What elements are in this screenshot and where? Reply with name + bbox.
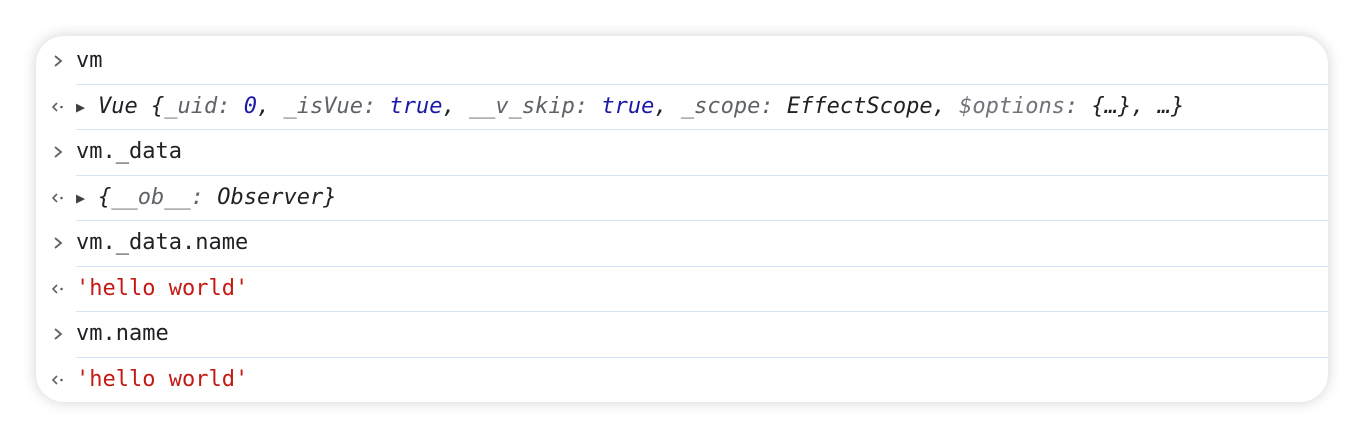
input-prompt-icon: [48, 39, 68, 83]
object-value: 0: [243, 93, 257, 119]
string-output: 'hello world': [76, 275, 249, 301]
console-input-text: vm: [76, 48, 103, 73]
input-prompt-icon: [48, 130, 68, 174]
expand-triangle-icon[interactable]: ▶: [76, 176, 98, 220]
console-input-row: vm.name: [54, 312, 1328, 358]
output-return-icon: [48, 85, 68, 129]
console-input-row: vm._data.name: [54, 221, 1328, 267]
object-key: _scope: [680, 93, 761, 119]
object-key: _isVue: [283, 93, 363, 119]
console-input-row: vm._data: [54, 130, 1328, 176]
console-output-row[interactable]: ▶ {__ob__: Observer}: [51, 176, 1328, 221]
console-input-text: vm._data: [76, 139, 182, 164]
object-value: true: [389, 93, 443, 119]
console-log: vm ▶ Vue {_uid: 0, _isVue: true, __v_skip…: [36, 39, 1328, 402]
console-input-text: vm._data.name: [76, 230, 249, 255]
object-value: EffectScope: [786, 93, 933, 119]
object-suffix: }: [323, 184, 337, 210]
output-return-icon: [48, 267, 68, 311]
object-value: true: [601, 93, 655, 119]
object-key: __v_skip: [468, 93, 575, 119]
output-return-icon: [48, 358, 68, 402]
devtools-console-panel: vm ▶ Vue {_uid: 0, _isVue: true, __v_skip…: [36, 36, 1328, 402]
object-key: __ob__: [111, 184, 191, 210]
expand-triangle-icon[interactable]: ▶: [76, 85, 98, 129]
object-suffix: …}: [1157, 93, 1185, 119]
object-value: Observer: [217, 184, 324, 210]
input-prompt-icon: [48, 221, 68, 265]
console-output-row[interactable]: ▶ Vue {_uid: 0, _isVue: true, __v_skip: t…: [51, 85, 1328, 130]
console-input-row: vm: [54, 39, 1328, 85]
object-key: $options: [959, 93, 1066, 119]
object-value: {…}: [1091, 93, 1132, 119]
object-prefix: Vue {: [98, 93, 165, 119]
input-prompt-icon: [48, 312, 68, 356]
output-return-icon: [48, 176, 68, 220]
console-output-row: 'hello world': [51, 267, 1328, 312]
object-key: _uid: [164, 93, 218, 119]
console-input-text: vm.name: [76, 321, 169, 346]
object-preview[interactable]: ▶ {__ob__: Observer}: [76, 176, 336, 220]
string-output: 'hello world': [76, 366, 249, 392]
console-output-row: 'hello world': [51, 358, 1328, 403]
object-prefix: {: [98, 184, 112, 210]
object-preview[interactable]: ▶ Vue {_uid: 0, _isVue: true, __v_skip: t…: [76, 85, 1184, 129]
